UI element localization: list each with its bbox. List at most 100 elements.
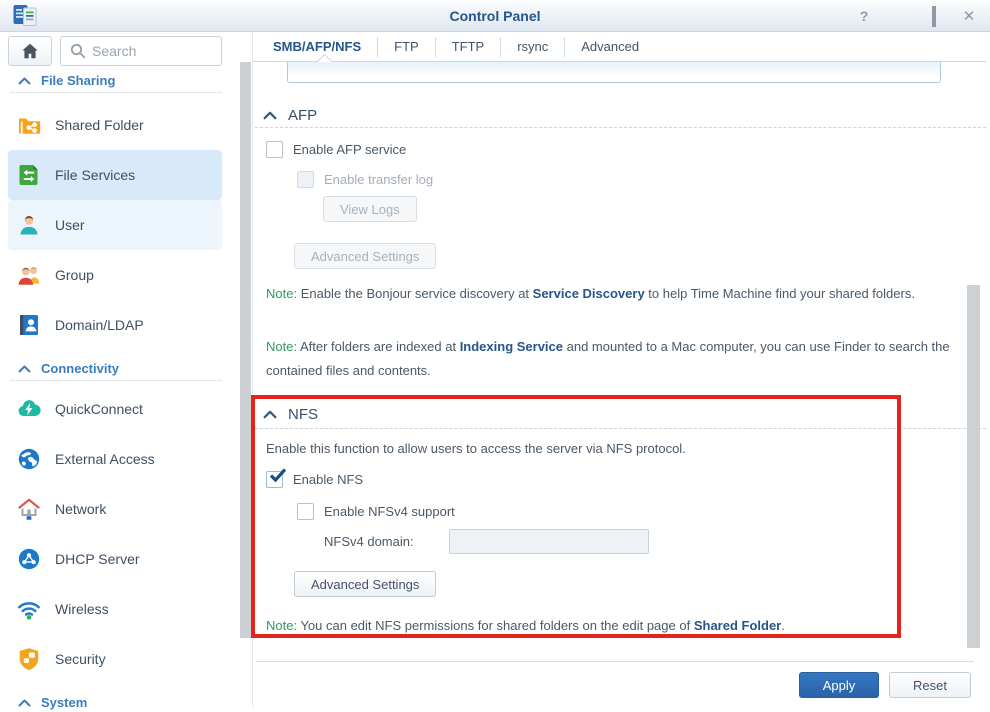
indexing-service-link[interactable]: Indexing Service: [460, 339, 563, 354]
section-label: System: [41, 695, 87, 710]
checkbox: [266, 471, 283, 488]
note-label: Note:: [266, 286, 297, 301]
checkbox: [266, 141, 283, 158]
file-services-icon: [16, 162, 42, 188]
sidebar-item-security[interactable]: Security: [8, 634, 222, 684]
afp-advanced-settings-button: Advanced Settings: [294, 243, 436, 269]
sidebar-item-file-services[interactable]: File Services: [8, 150, 222, 200]
chevron-up-icon: [18, 695, 31, 710]
shared-folder-link[interactable]: Shared Folder: [694, 618, 781, 633]
titlebar: Control Panel ? ✕: [0, 0, 990, 32]
network-icon: [16, 496, 42, 522]
afp-note-indexing: Note: After folders are indexed at Index…: [266, 335, 980, 383]
divider: [255, 127, 986, 128]
home-button[interactable]: [8, 36, 52, 66]
sidebar-item-label: Domain/LDAP: [55, 317, 144, 333]
section-label: File Sharing: [41, 73, 115, 88]
enable-transfer-log-checkbox: Enable transfer log: [297, 170, 433, 188]
divider: [10, 92, 222, 93]
sidebar-item-label: External Access: [55, 451, 155, 467]
footer-divider: [256, 661, 974, 662]
section-label: Connectivity: [41, 361, 119, 376]
apply-button[interactable]: Apply: [799, 672, 879, 698]
sidebar-item-label: Security: [55, 651, 106, 667]
tab-rsync[interactable]: rsync: [501, 37, 565, 57]
note-label: Note:: [266, 618, 297, 633]
checkbox-label: Enable NFS: [293, 472, 363, 487]
quickconnect-icon: [16, 396, 42, 422]
home-icon: [20, 42, 40, 60]
search-input[interactable]: [92, 43, 202, 59]
sidebar-item-label: User: [55, 217, 85, 233]
enable-nfs-checkbox[interactable]: Enable NFS: [266, 470, 363, 488]
domain-ldap-icon: [16, 312, 42, 338]
sidebar-item-label: Wireless: [55, 601, 109, 617]
nfs-advanced-settings-button[interactable]: Advanced Settings: [294, 571, 436, 597]
note-label: Note:: [266, 339, 297, 354]
sidebar-item-domain-ldap[interactable]: Domain/LDAP: [8, 300, 222, 350]
afp-section-title: AFP: [288, 107, 317, 124]
sidebar-scrollbar-thumb[interactable]: [240, 62, 251, 638]
sidebar-item-label: QuickConnect: [55, 401, 143, 417]
tab-advanced[interactable]: Advanced: [565, 37, 655, 57]
checkbox: [297, 503, 314, 520]
nfs-section-header[interactable]: NFS: [263, 404, 318, 424]
tab-smb-afp-nfs[interactable]: SMB/AFP/NFS: [257, 37, 378, 57]
sidebar-item-wireless[interactable]: Wireless: [8, 584, 222, 634]
sidebar-item-shared-folder[interactable]: Shared Folder: [8, 100, 222, 150]
divider: [255, 428, 986, 429]
window-controls: ? ✕: [857, 0, 976, 32]
nfsv4-domain-input: [449, 529, 649, 554]
nfsv4-domain-label: NFSv4 domain:: [324, 534, 449, 549]
sidebar-item-label: DHCP Server: [55, 551, 140, 567]
sidebar-item-external-access[interactable]: External Access: [8, 434, 222, 484]
nfs-description: Enable this function to allow users to a…: [266, 441, 686, 456]
search-icon: [70, 43, 86, 59]
security-icon: [16, 646, 42, 672]
nfsv4-domain-row: NFSv4 domain:: [324, 529, 649, 554]
sidebar-item-group[interactable]: Group: [8, 250, 222, 300]
sidebar-item-network[interactable]: Network: [8, 484, 222, 534]
checkbox-label: Enable AFP service: [293, 142, 406, 157]
tab-bar: SMB/AFP/NFS FTP TFTP rsync Advanced: [257, 32, 655, 62]
maximize-icon[interactable]: [932, 6, 936, 27]
help-icon[interactable]: ?: [857, 9, 871, 23]
sidebar: File Sharing Shared Folder: [0, 32, 252, 707]
wireless-icon: [16, 596, 42, 622]
reset-button[interactable]: Reset: [889, 672, 971, 698]
smb-section-bottom-edge: [287, 62, 941, 83]
sidebar-section-file-sharing[interactable]: File Sharing: [18, 70, 228, 90]
chevron-up-icon: [263, 111, 277, 120]
divider: [10, 380, 222, 381]
nfs-note: Note: You can edit NFS permissions for s…: [266, 614, 886, 638]
enable-afp-service-checkbox[interactable]: Enable AFP service: [266, 140, 406, 158]
group-icon: [16, 262, 42, 288]
sidebar-item-dhcp-server[interactable]: DHCP Server: [8, 534, 222, 584]
content-scrollbar-thumb[interactable]: [967, 285, 980, 648]
sidebar-section-system[interactable]: System: [18, 692, 228, 712]
afp-section-header[interactable]: AFP: [263, 105, 317, 125]
dhcp-server-icon: [16, 546, 42, 572]
user-icon: [16, 212, 42, 238]
service-discovery-link[interactable]: Service Discovery: [533, 286, 645, 301]
sidebar-section-connectivity[interactable]: Connectivity: [18, 358, 228, 378]
tab-tftp[interactable]: TFTP: [436, 37, 502, 57]
checkbox: [297, 171, 314, 188]
sidebar-item-label: Group: [55, 267, 94, 283]
view-logs-button: View Logs: [323, 196, 417, 222]
sidebar-item-label: Network: [55, 501, 106, 517]
content-panel: SMB/AFP/NFS FTP TFTP rsync Advanced AFP …: [252, 32, 990, 707]
sidebar-item-label: Shared Folder: [55, 117, 144, 133]
close-icon[interactable]: ✕: [962, 9, 976, 24]
search-box[interactable]: [60, 36, 222, 66]
window-title: Control Panel: [0, 0, 990, 32]
sidebar-item-user[interactable]: User: [8, 200, 222, 250]
sidebar-item-quickconnect[interactable]: QuickConnect: [8, 384, 222, 434]
sidebar-item-label: File Services: [55, 167, 135, 183]
chevron-up-icon: [18, 361, 31, 376]
afp-note-bonjour: Note: Enable the Bonjour service discove…: [266, 282, 962, 306]
enable-nfsv4-checkbox[interactable]: Enable NFSv4 support: [297, 502, 455, 520]
checkbox-label: Enable transfer log: [324, 172, 433, 187]
shared-folder-icon: [16, 112, 42, 138]
tab-ftp[interactable]: FTP: [378, 37, 436, 57]
